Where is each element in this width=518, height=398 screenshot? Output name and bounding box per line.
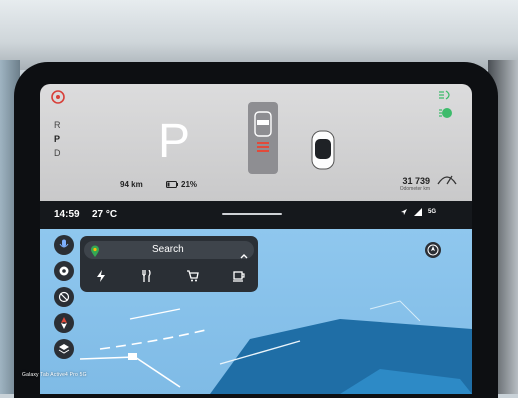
car-rear-icon <box>254 111 272 152</box>
battery-readout: 21% <box>166 180 197 189</box>
mute-icon <box>58 291 70 303</box>
gear-selector: R P D <box>54 118 61 160</box>
odometer: 31 739 Odometer km <box>376 176 430 192</box>
car-display: R P D P 94 km 21% 31 739 Odometer km 14:… <box>40 84 472 394</box>
shopping-icon[interactable] <box>182 268 204 284</box>
restaurant-icon[interactable] <box>136 268 158 284</box>
location-arrow-icon <box>401 209 407 215</box>
gear-r: R <box>54 120 61 130</box>
settings-button[interactable] <box>54 261 74 281</box>
system-status-bar: 14:59 27 °C 5G <box>40 201 472 229</box>
clock: 14:59 <box>54 209 80 220</box>
search-label: Search <box>152 244 184 255</box>
odometer-label: Odometer km <box>399 186 430 192</box>
search-panel: Search <box>80 236 258 292</box>
headlights-icon <box>442 108 452 118</box>
system-icons: 5G <box>400 208 436 216</box>
coffee-icon[interactable] <box>228 268 250 284</box>
voice-button[interactable] <box>54 235 74 255</box>
map-view[interactable]: Search <box>40 229 472 394</box>
microphone-icon <box>59 239 69 248</box>
charging-icon[interactable] <box>90 268 112 284</box>
compass-button[interactable] <box>54 313 74 333</box>
outside-temperature: 27 °C <box>92 209 118 220</box>
battery-icon <box>166 181 178 188</box>
north-compass-icon[interactable] <box>424 241 442 264</box>
gear-p: P <box>54 134 61 144</box>
drag-handle[interactable] <box>222 213 282 215</box>
vehicle-status-panel: R P D P 94 km 21% 31 739 Odometer km <box>40 84 472 201</box>
layers-icon <box>58 344 70 354</box>
layers-button[interactable] <box>54 339 74 359</box>
google-maps-pin-icon <box>90 244 100 262</box>
gear-icon <box>59 266 69 276</box>
active-gear: P <box>158 115 191 168</box>
network-type: 5G <box>428 209 437 215</box>
chevron-up-icon[interactable] <box>240 246 248 264</box>
category-shortcuts <box>90 268 250 284</box>
odometer-value: 31 739 <box>402 176 430 186</box>
car-top-view-icon <box>308 128 338 177</box>
photo-background-top <box>0 0 518 70</box>
fog-lights-icon <box>439 90 450 100</box>
camera-watermark: Galaxy Tab Active4 Pro 5G <box>22 372 87 378</box>
signal-icon <box>414 208 422 216</box>
wiper-icon[interactable] <box>436 172 458 191</box>
gear-d: D <box>54 148 61 158</box>
battery-percent: 21% <box>181 180 198 189</box>
mute-button[interactable] <box>54 287 74 307</box>
lights-indicator-group <box>436 88 456 127</box>
range-readout: 94 km <box>120 180 143 189</box>
search-bar[interactable]: Search <box>84 241 254 259</box>
rear-camera-button[interactable] <box>248 102 278 174</box>
compass-needle-icon <box>61 317 67 329</box>
seatbelt-warning-icon <box>51 90 65 109</box>
